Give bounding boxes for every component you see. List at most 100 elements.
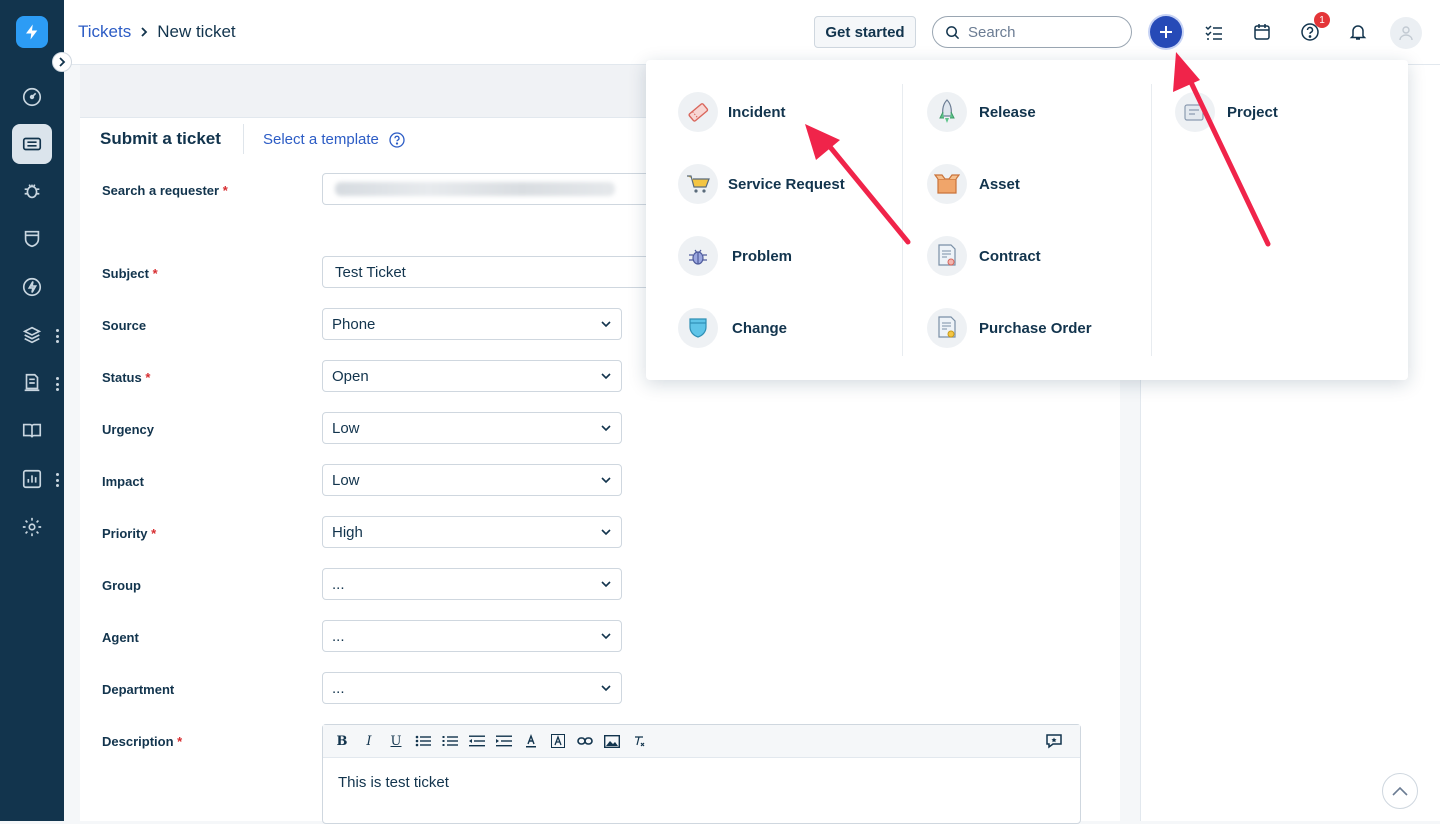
numbered-list-icon[interactable] <box>441 732 459 750</box>
italic-icon[interactable]: I <box>360 732 378 750</box>
chevron-down-icon <box>601 580 611 587</box>
shield-icon <box>678 308 718 348</box>
urgency-select[interactable]: Low <box>322 412 622 444</box>
indent-icon[interactable] <box>495 732 513 750</box>
chevron-down-icon <box>601 372 611 379</box>
menu-item-problem[interactable]: Problem <box>678 236 792 276</box>
menu-item-release[interactable]: Release <box>927 92 1036 132</box>
new-item-dropdown-menu: Incident Service Request Problem Change … <box>646 60 1408 380</box>
menu-item-label: Project <box>1227 103 1278 121</box>
menu-column-divider <box>902 84 903 356</box>
contracts-icon[interactable] <box>12 363 52 403</box>
cart-icon <box>678 164 718 204</box>
description-editor[interactable]: B I U This is test ticket <box>322 724 1081 824</box>
certificate-icon <box>927 236 967 276</box>
menu-item-incident[interactable]: Incident <box>678 92 786 132</box>
get-started-button[interactable]: Get started <box>814 16 916 48</box>
breadcrumb: Tickets New ticket <box>78 22 236 42</box>
analytics-chart-icon[interactable] <box>12 459 52 499</box>
help-circle-icon[interactable] <box>389 131 405 148</box>
impact-select[interactable]: Low <box>322 464 622 496</box>
status-select[interactable]: Open <box>322 360 622 392</box>
changes-shield-icon[interactable] <box>12 219 52 259</box>
assets-more-icon[interactable] <box>54 329 60 343</box>
department-label: Department <box>102 682 175 697</box>
menu-item-label: Service Request <box>728 175 845 193</box>
bold-icon[interactable]: B <box>333 732 351 750</box>
menu-item-label: Release <box>979 103 1036 121</box>
sidebar-expand-chevron-icon[interactable] <box>52 52 72 72</box>
rocket-icon <box>927 92 967 132</box>
chevron-down-icon <box>601 476 611 483</box>
description-text[interactable]: This is test ticket <box>323 758 1080 807</box>
chevron-down-icon <box>601 320 611 327</box>
clear-format-icon[interactable] <box>630 732 648 750</box>
menu-item-service-request[interactable]: Service Request <box>678 164 845 204</box>
search-input[interactable]: Search <box>932 16 1132 48</box>
search-icon <box>946 25 960 39</box>
breadcrumb-chevron-icon <box>141 27 148 37</box>
agent-select[interactable]: ... <box>322 620 622 652</box>
requester-search-input[interactable] <box>322 173 662 205</box>
status-label: Status * <box>102 370 151 385</box>
scroll-to-top-button[interactable] <box>1382 773 1418 809</box>
calendar-icon[interactable] <box>1248 18 1276 46</box>
solutions-book-icon[interactable] <box>12 411 52 451</box>
app-logo-icon[interactable] <box>16 16 48 48</box>
todo-checklist-icon[interactable] <box>1200 18 1228 46</box>
outdent-icon[interactable] <box>468 732 486 750</box>
title-divider <box>243 124 244 154</box>
tickets-icon[interactable] <box>12 124 52 164</box>
menu-item-asset[interactable]: Asset <box>927 164 1020 204</box>
new-item-plus-button[interactable] <box>1150 16 1182 48</box>
search-placeholder: Search <box>968 23 1016 41</box>
priority-label: Priority * <box>102 526 157 541</box>
help-notification-badge: 1 <box>1314 12 1330 28</box>
description-label: Description * <box>102 734 183 749</box>
menu-item-label: Purchase Order <box>979 319 1092 337</box>
source-label: Source <box>102 318 147 333</box>
ticket-icon <box>678 92 718 132</box>
chevron-down-icon <box>601 424 611 431</box>
chevron-up-icon <box>1392 786 1408 796</box>
highlight-icon[interactable] <box>549 732 567 750</box>
user-avatar-icon[interactable] <box>1390 17 1422 49</box>
canned-response-icon[interactable] <box>1045 732 1063 750</box>
breadcrumb-tickets-link[interactable]: Tickets <box>78 22 131 42</box>
source-select[interactable]: Phone <box>322 308 622 340</box>
contracts-more-icon[interactable] <box>54 377 60 391</box>
group-label: Group <box>102 578 141 593</box>
releases-bolt-icon[interactable] <box>12 267 52 307</box>
page-title: New ticket <box>157 22 236 41</box>
subject-input[interactable]: Test Ticket <box>322 256 662 288</box>
font-color-icon[interactable] <box>522 732 540 750</box>
group-select[interactable]: ... <box>322 568 622 600</box>
impact-label: Impact <box>102 474 144 489</box>
dashboard-icon[interactable] <box>12 77 52 117</box>
bullet-list-icon[interactable] <box>414 732 432 750</box>
menu-item-label: Change <box>732 319 788 337</box>
department-select[interactable]: ... <box>322 672 622 704</box>
menu-item-purchase-order[interactable]: Purchase Order <box>927 308 1092 348</box>
urgency-label: Urgency <box>102 422 155 437</box>
menu-item-contract[interactable]: Contract <box>927 236 1041 276</box>
requester-label: Search a requester * <box>102 183 228 198</box>
notifications-bell-icon[interactable] <box>1344 18 1372 46</box>
menu-item-change[interactable]: Change <box>678 308 787 348</box>
underline-icon[interactable]: U <box>387 732 405 750</box>
priority-select[interactable]: High <box>322 516 622 548</box>
analytics-more-icon[interactable] <box>54 473 60 487</box>
problems-bug-icon[interactable] <box>12 171 52 211</box>
assets-layers-icon[interactable] <box>12 315 52 355</box>
admin-gear-icon[interactable] <box>12 507 52 547</box>
menu-item-label: Problem <box>732 247 793 265</box>
select-template-link[interactable]: Select a template <box>263 131 405 148</box>
menu-item-label: Asset <box>979 175 1020 193</box>
sidebar <box>0 0 64 821</box>
select-template-label: Select a template <box>263 131 379 148</box>
chevron-down-icon <box>601 684 611 691</box>
image-icon[interactable] <box>603 732 621 750</box>
menu-item-project[interactable]: Project <box>1175 92 1278 132</box>
link-icon[interactable] <box>576 732 594 750</box>
menu-column-divider <box>1151 84 1152 356</box>
